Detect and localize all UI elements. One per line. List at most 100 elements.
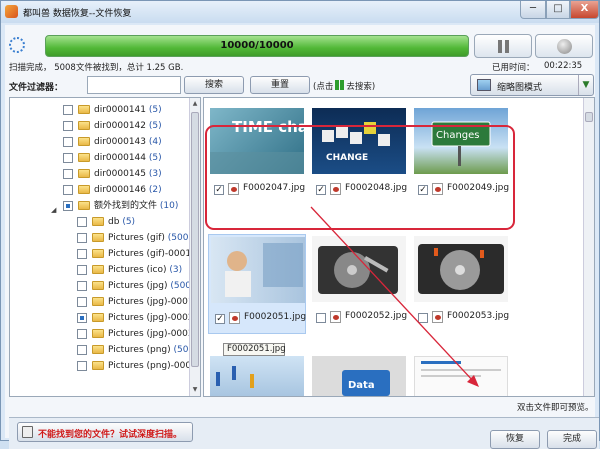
thumbnail-tile[interactable]: F0002052.jpg xyxy=(310,234,408,334)
thumbnail-image[interactable] xyxy=(211,237,305,303)
preview-hint: 双击文件即可预览。 xyxy=(517,403,594,413)
tree-checkbox[interactable] xyxy=(77,297,87,307)
scroll-thumb[interactable] xyxy=(585,112,593,122)
thumbnail-image[interactable] xyxy=(414,236,508,302)
thumbnail-checkbox[interactable] xyxy=(316,313,326,323)
elapsed-label: 已用时间： xyxy=(492,63,535,73)
grid-scrollbar[interactable] xyxy=(583,98,594,396)
app-window: 都叫兽 数据恢复--文件恢复 ─ □ X 10000/10000 扫描完成， 5… xyxy=(0,0,600,449)
search-hint: (点击 去搜索) xyxy=(313,80,375,92)
thumbnail-image[interactable] xyxy=(312,236,406,302)
tree-item-count: (4) xyxy=(148,137,162,147)
thumbnail-filename: F0002051.jpg xyxy=(244,312,307,322)
tree-item-label: dir0000146 xyxy=(94,185,146,195)
folder-icon xyxy=(92,361,104,370)
tree-item-count: (5) xyxy=(148,121,162,131)
maximize-button[interactable]: □ xyxy=(546,1,570,19)
folder-icon xyxy=(78,185,90,194)
tree-item-label: Pictures (jpg)-0003 xyxy=(108,329,194,339)
folder-icon xyxy=(92,313,104,322)
tree-checkbox[interactable] xyxy=(63,153,73,163)
thumb-text: Data xyxy=(348,380,375,391)
pause-button[interactable] xyxy=(474,34,532,58)
tree-item-label: Pictures (jpg)-0002 xyxy=(108,313,194,323)
spinner-icon xyxy=(9,37,25,53)
window-title: 都叫兽 数据恢复--文件恢复 xyxy=(23,9,132,19)
folder-icon xyxy=(78,137,90,146)
thumbnail-tile[interactable] xyxy=(208,354,306,396)
scroll-down-icon[interactable]: ▼ xyxy=(190,384,200,396)
tree-checkbox[interactable] xyxy=(63,137,73,147)
thumbnail-filename: F0002052.jpg xyxy=(345,311,408,321)
done-button[interactable]: 完成 xyxy=(547,430,597,449)
bottom-bar: 不能找到您的文件？试试深度扫描。 恢复 完成 xyxy=(9,417,599,449)
scroll-up-icon[interactable]: ▲ xyxy=(190,98,200,110)
tree-checkbox[interactable] xyxy=(77,361,87,371)
tree-item-label: Pictures (gif)-0001 xyxy=(108,249,192,259)
tree-checkbox[interactable] xyxy=(77,217,87,227)
tree-item-label: Pictures (jpg)-0001 xyxy=(108,297,194,307)
jpg-file-icon xyxy=(432,311,443,323)
tree-checkbox[interactable] xyxy=(63,105,73,115)
tree-scrollbar[interactable]: ▲ ▼ xyxy=(189,98,200,396)
scroll-thumb[interactable] xyxy=(191,112,199,367)
thumbnail-image[interactable] xyxy=(210,356,304,396)
deep-scan-label: 不能找到您的文件？试试深度扫描。 xyxy=(38,430,183,440)
thumbnail-tile[interactable] xyxy=(412,354,510,396)
tree-checkbox[interactable] xyxy=(77,281,87,291)
tree-checkbox[interactable] xyxy=(77,233,87,243)
tree-item-label: Pictures (jpg) xyxy=(108,281,168,291)
jpg-file-icon xyxy=(229,312,240,324)
hard-drive-workers-art xyxy=(418,244,504,294)
scan-icon xyxy=(22,426,33,438)
reset-button[interactable]: 重置 xyxy=(250,76,310,94)
tree-checkbox[interactable] xyxy=(77,265,87,275)
tree-checkbox[interactable] xyxy=(63,185,73,195)
tree-checkbox[interactable] xyxy=(77,345,87,355)
tree-item-label: dir0000145 xyxy=(94,169,146,179)
tree-item-label: dir0000144 xyxy=(94,153,146,163)
tree-item-label: Pictures (gif) xyxy=(108,233,165,243)
tree-item-label: dir0000142 xyxy=(94,121,146,131)
minimize-button[interactable]: ─ xyxy=(520,1,546,19)
workers-art xyxy=(216,366,254,388)
tree-item-count: (10) xyxy=(159,201,179,211)
thumbnail-image[interactable]: Data xyxy=(312,356,406,396)
thumbnail-tile[interactable]: Data xyxy=(310,354,408,396)
thumbnail-tile[interactable]: F0002053.jpg xyxy=(412,234,510,334)
filter-label: 文件过滤器： xyxy=(9,83,64,93)
search-button[interactable]: 搜索 xyxy=(184,76,244,94)
tree-checkbox[interactable] xyxy=(77,313,87,323)
tree-checkbox[interactable] xyxy=(77,329,87,339)
tree-item-label: db xyxy=(108,217,120,227)
deep-scan-button[interactable]: 不能找到您的文件？试试深度扫描。 xyxy=(17,422,193,442)
progress-text: 10000/10000 xyxy=(220,40,294,51)
close-button[interactable]: X xyxy=(570,1,599,19)
tree-item-count: (5) xyxy=(148,153,162,163)
tree-checkbox[interactable] xyxy=(63,201,73,211)
stop-button[interactable] xyxy=(535,34,593,58)
thumbnail-checkbox[interactable] xyxy=(418,313,428,323)
view-mode-select[interactable]: 缩略图模式 ▼ xyxy=(470,74,594,96)
folder-icon xyxy=(92,217,104,226)
view-mode-label: 缩略图模式 xyxy=(497,83,543,93)
web-page-art xyxy=(421,361,501,377)
tree-checkbox[interactable] xyxy=(63,121,73,131)
folder-icon xyxy=(92,345,104,354)
jpg-file-icon xyxy=(330,311,341,323)
tree-checkbox[interactable] xyxy=(63,169,73,179)
chevron-down-icon[interactable]: ▼ xyxy=(578,75,593,95)
tree-checkbox[interactable] xyxy=(77,249,87,259)
thumbnail-image[interactable] xyxy=(414,356,508,396)
title-bar[interactable]: 都叫兽 数据恢复--文件恢复 ─ □ X xyxy=(1,1,599,23)
thumbnail-checkbox[interactable]: ✓ xyxy=(215,314,225,324)
folder-icon xyxy=(78,105,90,114)
expand-arrow-icon[interactable]: ◢ xyxy=(51,202,56,218)
folder-icon xyxy=(78,201,90,210)
thumbnail-tile-selected[interactable]: ✓ F0002051.jpg xyxy=(208,234,306,334)
folder-tree[interactable]: dir0000141 (5) dir0000142 (5) dir0000143… xyxy=(9,97,201,397)
tree-item-count: (3) xyxy=(148,169,162,179)
recover-button[interactable]: 恢复 xyxy=(490,430,540,449)
filter-input[interactable] xyxy=(87,76,181,94)
folder-icon xyxy=(78,121,90,130)
